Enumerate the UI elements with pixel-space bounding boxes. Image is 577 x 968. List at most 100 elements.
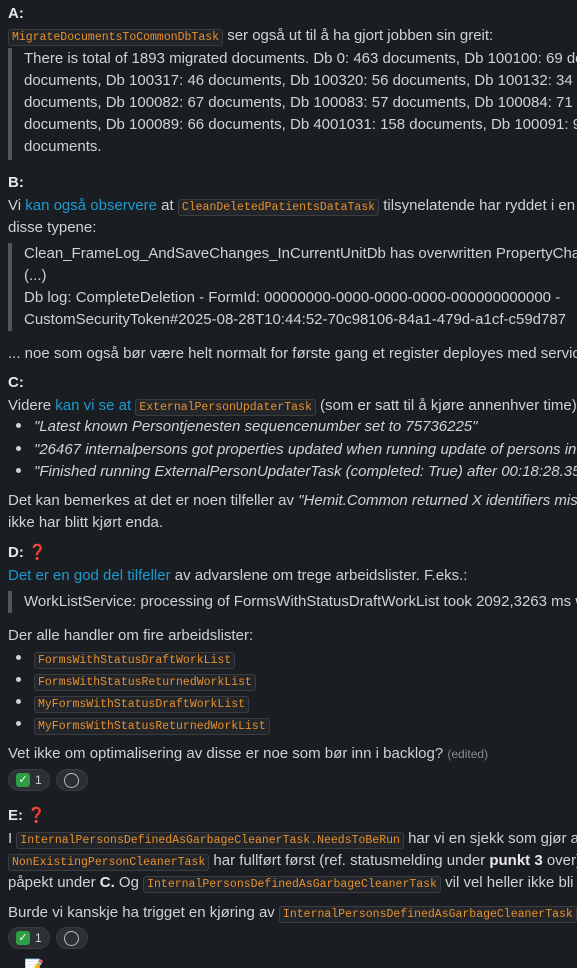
text: har fullført først (ref. statusmelding u…: [209, 852, 490, 869]
intro-text: ser også ut til å ha gjort jobben sin gr…: [223, 27, 494, 44]
list-item: "Finished running ExternalPersonUpdaterT…: [16, 461, 577, 483]
quote-line: There is total of 1893 migrated document…: [24, 50, 577, 67]
quote-line: (...): [24, 267, 47, 284]
text: (som er satt til å kjøre annenhver time)…: [315, 397, 577, 414]
memo-icon: 📝: [24, 958, 44, 968]
section-d-question: Vet ikke om optimalisering av disse er n…: [8, 743, 488, 765]
quote-line: documents, Db 100317: 46 documents, Db 1…: [24, 72, 573, 89]
text: over).: [546, 852, 577, 869]
text: at: [156, 197, 178, 214]
task-code: ExternalPersonUpdaterTask: [135, 399, 316, 416]
section-d-list-intro: Der alle handler om fire arbeidslister:: [8, 627, 254, 644]
white-check-mark-icon: ✓: [16, 931, 30, 945]
section-e-line4: Burde vi kanskje ha trigget en kjøring a…: [8, 902, 577, 924]
bold-text: C.: [99, 874, 115, 891]
list-item-text: "Finished running ExternalPersonUpdaterT…: [34, 463, 577, 480]
reaction-check-button[interactable]: ✓ 1: [8, 927, 50, 949]
text: Vi: [8, 197, 26, 214]
section-c-note: Det kan bemerkes at det er noen tilfelle…: [8, 490, 577, 512]
bullet-icon: [16, 467, 21, 473]
section-b-line2: disse typene:: [8, 219, 97, 236]
text: påpekt under: [8, 874, 100, 891]
list-item-text: "26467 internalpersons got properties up…: [34, 441, 577, 458]
italic-text: "Hemit.Common returned X identifiers mis…: [298, 492, 577, 509]
section-e-line2: NonExistingPersonCleanerTask har fullfør…: [8, 850, 577, 872]
add-reaction-button[interactable]: [55, 927, 88, 949]
bullet-icon: [16, 654, 21, 660]
task-code: MigrateDocumentsToCommonDbTask: [8, 29, 224, 46]
text: Videre: [8, 397, 56, 414]
quote-line: CustomSecurityToken#2025-08-28T10:44:52-…: [24, 311, 567, 328]
section-e-line1: I InternalPersonsDefinedAsGarbageCleaner…: [8, 828, 577, 850]
section-d-heading: D: ❓: [8, 542, 47, 564]
task-code: CleanDeletedPatientsDataTask: [177, 199, 380, 216]
text: vil vel heller ikke bli kjø: [445, 874, 577, 891]
reaction-count: 1: [35, 773, 42, 787]
section-d-intro: Det er en god del tilfeller av advarslen…: [8, 565, 467, 587]
message-thread: A: MigrateDocumentsToCommonDbTask ser og…: [0, 0, 577, 968]
section-a-intro: MigrateDocumentsToCommonDbTask ser også …: [8, 25, 493, 47]
heading-text: D:: [8, 544, 24, 561]
list-item: MyFormsWithStatusDraftWorkList: [16, 692, 250, 714]
add-reaction-icon: [64, 930, 80, 946]
red-question-mark-icon: ❓: [27, 807, 46, 824]
list-item: "Latest known Persontjenesten sequencenu…: [16, 416, 477, 438]
reactions-e: ✓ 1: [8, 927, 88, 949]
section-b-intro: Vi kan også observere at CleanDeletedPat…: [8, 195, 577, 217]
text: har vi en sjekk som gjør at: [403, 830, 577, 847]
text: av advarslene om trege arbeidslister. F.…: [170, 567, 468, 584]
section-a-quote: There is total of 1893 migrated document…: [8, 48, 577, 160]
text: Burde vi kanskje ha trigget en kjøring a…: [8, 904, 279, 921]
heading-text: E:: [8, 807, 23, 824]
link-many-cases[interactable]: Det er en god del tilfeller: [8, 567, 171, 584]
task-code: InternalPersonsDefinedAsGarbageCleanerTa…: [16, 832, 404, 849]
reaction-count: 1: [35, 931, 42, 945]
list-item: FormsWithStatusDraftWorkList: [16, 648, 236, 670]
list-item: "26467 internalpersons got properties up…: [16, 439, 577, 461]
add-reaction-icon: [64, 772, 80, 788]
section-b-heading: B:: [8, 174, 24, 191]
bullet-icon: [16, 676, 21, 682]
quote-line: Clean_FrameLog_AndSaveChanges_InCurrentU…: [24, 245, 577, 262]
section-d-quote: WorkListService: processing of FormsWith…: [8, 591, 577, 613]
text: tilsynelatende har ryddet i en de: [379, 197, 577, 214]
section-e-line3: påpekt under C. Og InternalPersonsDefine…: [8, 872, 577, 894]
link-observe[interactable]: kan også observere: [25, 197, 157, 214]
section-c-heading: C:: [8, 374, 24, 391]
list-item-text: "Latest known Persontjenesten sequencenu…: [34, 418, 478, 435]
worklist-code: FormsWithStatusDraftWorkList: [34, 652, 236, 669]
bullet-icon: [16, 445, 21, 451]
task-code: InternalPersonsDefinedAsGarbageCleanerTa…: [143, 876, 441, 893]
quote-line: documents, Db 100089: 66 documents, Db 4…: [24, 116, 577, 133]
link-see[interactable]: kan vi se at: [55, 397, 131, 414]
add-reaction-button[interactable]: [55, 769, 88, 791]
task-code: NonExistingPersonCleanerTask: [8, 854, 210, 871]
bullet-icon: [16, 422, 21, 428]
reaction-check-button[interactable]: ✓ 1: [8, 769, 50, 791]
quote-line: documents, Db 100082: 67 documents, Db 1…: [24, 94, 573, 111]
section-a-heading: A:: [8, 5, 24, 22]
task-code: InternalPersonsDefinedAsGarbageCleanerTa…: [278, 906, 577, 923]
quote-line: Db log: CompleteDeletion - FormId: 00000…: [24, 289, 561, 306]
section-e-heading: E: ❓: [8, 805, 46, 827]
worklist-code: MyFormsWithStatusDraftWorkList: [34, 696, 250, 713]
reactions-d: ✓ 1: [8, 769, 88, 791]
text: Det kan bemerkes at det er noen tilfelle…: [8, 492, 299, 509]
red-question-mark-icon: ❓: [28, 544, 47, 561]
question-text: Vet ikke om optimalisering av disse er n…: [8, 745, 444, 762]
section-b-after: ... noe som også bør være helt normalt f…: [8, 345, 577, 362]
list-item: MyFormsWithStatusReturnedWorkList: [16, 714, 270, 736]
quote-line: documents.: [24, 138, 102, 155]
section-c-note-line2: ikke har blitt kjørt enda.: [8, 514, 164, 531]
worklist-code: MyFormsWithStatusReturnedWorkList: [34, 718, 270, 735]
section-b-quote: Clean_FrameLog_AndSaveChanges_InCurrentU…: [8, 243, 577, 331]
bold-text: punkt 3: [489, 852, 543, 869]
edited-label: (edited): [447, 747, 489, 761]
bullet-icon: [16, 698, 21, 704]
bullet-icon: [16, 720, 21, 726]
list-item: FormsWithStatusReturnedWorkList: [16, 670, 256, 692]
worklist-code: FormsWithStatusReturnedWorkList: [34, 674, 256, 691]
text: Og: [114, 874, 144, 891]
white-check-mark-icon: ✓: [16, 773, 30, 787]
section-c-intro: Videre kan vi se at ExternalPersonUpdate…: [8, 395, 577, 417]
